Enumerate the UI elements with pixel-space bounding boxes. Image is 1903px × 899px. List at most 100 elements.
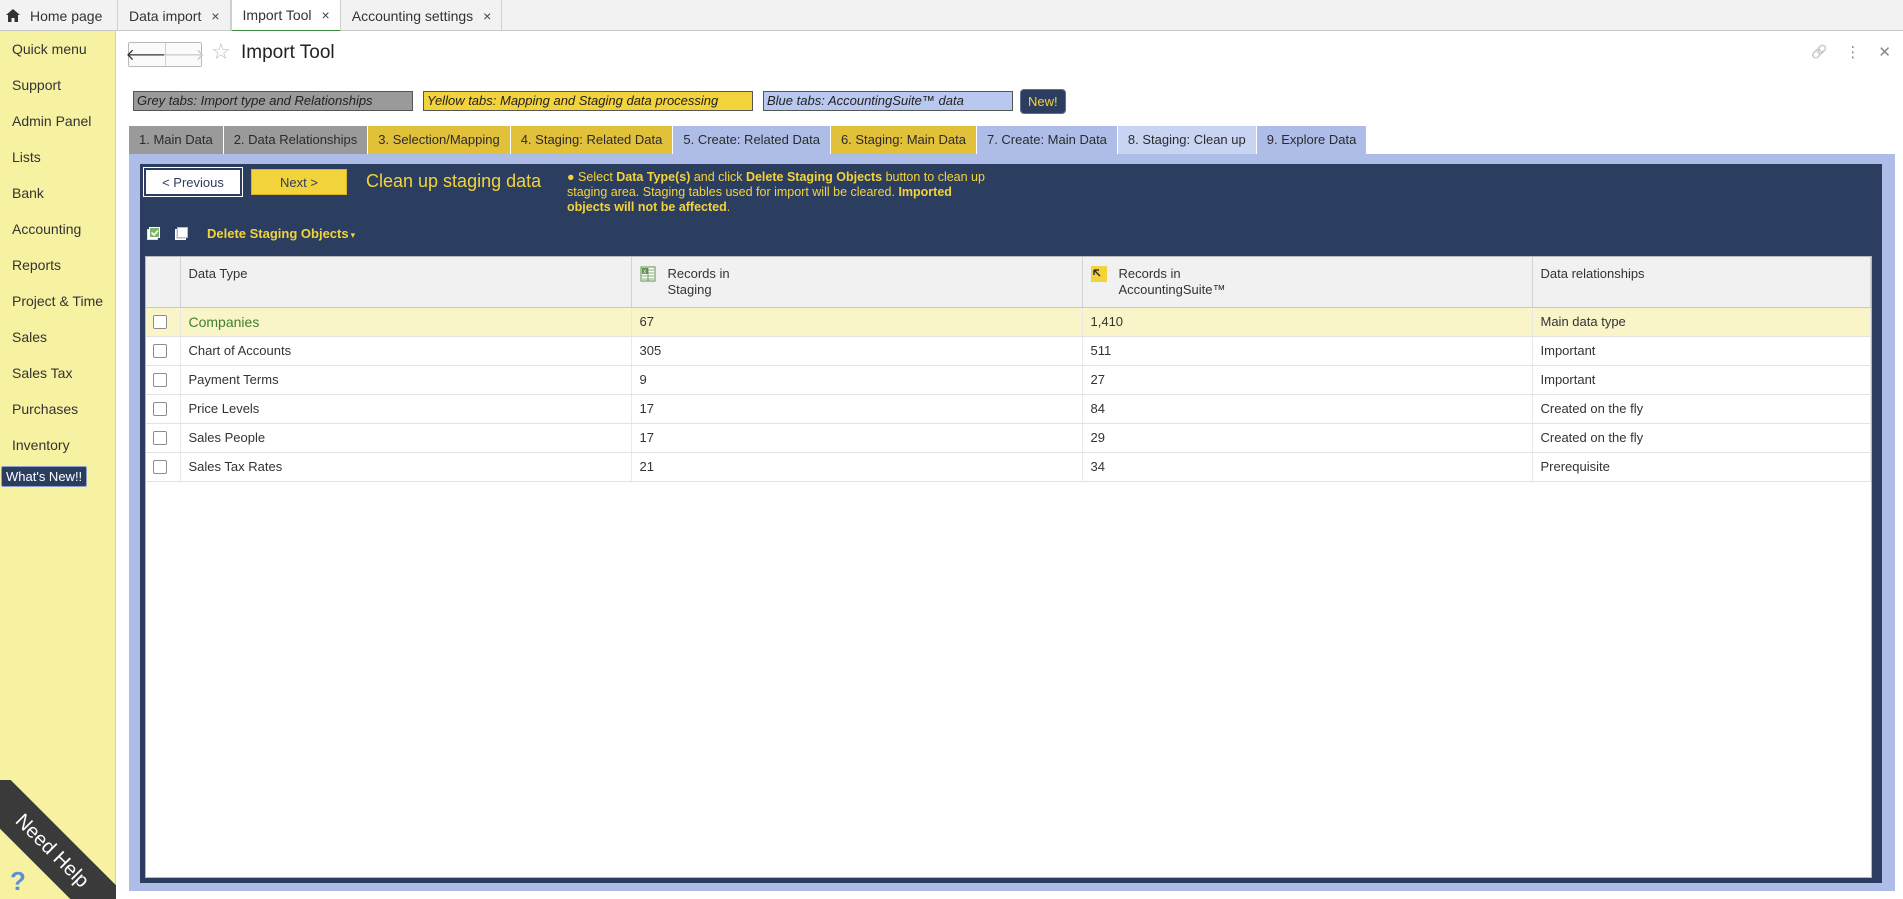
delete-staging-objects-label: Delete Staging Objects — [207, 226, 349, 241]
cell-staging: 9 — [631, 365, 1083, 395]
table-row[interactable]: Chart of Accounts 305 511 Important — [146, 336, 1871, 366]
close-icon[interactable]: × — [322, 7, 330, 23]
tab-main-data[interactable]: 1. Main Data — [129, 126, 224, 154]
sidebar-item-lists[interactable]: Lists — [0, 139, 115, 175]
tab-data-import[interactable]: Data import × — [118, 0, 231, 31]
cell-staging: 67 — [631, 307, 1083, 337]
row-checkbox-cell — [146, 307, 181, 337]
tab-accounting-settings[interactable]: Accounting settings × — [341, 0, 503, 31]
table-row[interactable]: Sales People 17 29 Created on the fly — [146, 423, 1871, 453]
tab-data-import-label: Data import — [129, 7, 202, 24]
chevron-down-icon: ▾ — [350, 230, 356, 240]
sidebar-item-inventory[interactable]: Inventory — [0, 427, 115, 463]
tab-selection-mapping[interactable]: 3. Selection/Mapping — [368, 126, 511, 154]
next-button[interactable]: Next > — [251, 169, 347, 195]
check-all-icon[interactable] — [146, 227, 160, 241]
row-checkbox[interactable] — [153, 430, 167, 445]
cell-data-type: Sales Tax Rates — [180, 452, 632, 482]
close-icon[interactable]: ✕ — [1878, 43, 1891, 61]
cell-staging: 305 — [631, 336, 1083, 366]
tab-create-main-data[interactable]: 7. Create: Main Data — [976, 126, 1118, 154]
tab-import-tool[interactable]: Import Tool × — [230, 0, 341, 32]
table-row[interactable]: Payment Terms 9 27 Important — [146, 365, 1871, 395]
help-icon: ? — [10, 866, 26, 896]
cell-as: 511 — [1082, 336, 1533, 366]
close-icon[interactable]: × — [483, 8, 491, 24]
previous-button[interactable]: < Previous — [143, 167, 243, 197]
close-icon[interactable]: × — [211, 8, 219, 24]
header-as-line1: Records in — [1118, 265, 1181, 281]
whats-new-badge[interactable]: What's New!! — [1, 466, 88, 487]
legend-grey-tabs: Grey tabs: Import type and Relationships — [133, 91, 413, 111]
cell-as: 1,410 — [1082, 307, 1533, 337]
sidebar-item-reports[interactable]: Reports — [0, 247, 115, 283]
header-records-in-staging[interactable]: X Records in Staging — [631, 257, 1083, 308]
sidebar-item-admin-panel[interactable]: Admin Panel — [0, 103, 115, 139]
instr-part: Select — [578, 170, 617, 184]
table-row[interactable]: Price Levels 17 84 Created on the fly — [146, 394, 1871, 424]
uncheck-all-icon[interactable] — [174, 227, 188, 241]
data-type-link[interactable]: Companies — [189, 314, 260, 330]
sidebar-item-support[interactable]: Support — [0, 67, 115, 103]
tab-staging-main-data[interactable]: 6. Staging: Main Data — [830, 126, 977, 154]
sidebar-item-project-time[interactable]: Project & Time — [0, 283, 115, 319]
sidebar-item-sales-tax[interactable]: Sales Tax — [0, 355, 115, 391]
cell-staging: 21 — [631, 452, 1083, 482]
header-data-type[interactable]: Data Type — [180, 257, 632, 308]
home-icon — [6, 9, 20, 22]
row-checkbox[interactable] — [153, 459, 167, 474]
instr-data-types: Data Type(s) — [616, 170, 691, 184]
more-options-icon[interactable]: ⋮ — [1845, 43, 1860, 61]
home-tab[interactable]: Home page — [0, 0, 118, 31]
row-checkbox[interactable] — [153, 343, 167, 358]
legend-blue-tabs: Blue tabs: AccountingSuite™ data — [763, 91, 1013, 111]
header-staging-line2: Staging — [667, 281, 712, 297]
row-checkbox[interactable] — [153, 314, 167, 329]
tab-staging-clean-up[interactable]: 8. Staging: Clean up — [1117, 126, 1257, 154]
table-row[interactable]: Companies 67 1,410 Main data type — [146, 307, 1871, 337]
legend-yellow-tabs: Yellow tabs: Mapping and Staging data pr… — [423, 91, 753, 111]
back-button[interactable]: 🡐 — [126, 43, 168, 66]
cell-relationship: Main data type — [1532, 307, 1871, 337]
header-data-relationships-label: Data relationships — [1540, 266, 1645, 282]
forward-button[interactable]: 🡒 — [162, 43, 205, 66]
sidebar-item-purchases[interactable]: Purchases — [0, 391, 115, 427]
tab-create-related-data[interactable]: 5. Create: Related Data — [673, 126, 831, 154]
data-types-table: Data Type X Records in Staging Records i… — [145, 256, 1872, 878]
tab-accounting-settings-label: Accounting settings — [351, 7, 474, 24]
sidebar-item-bank[interactable]: Bank — [0, 175, 115, 211]
home-tab-label: Home page — [30, 7, 103, 24]
table-row[interactable]: Sales Tax Rates 21 34 Prerequisite — [146, 452, 1871, 482]
cell-relationship: Created on the fly — [1532, 423, 1871, 453]
clean-up-panel: < Previous Next > Clean up staging data … — [140, 164, 1882, 883]
link-icon[interactable]: 🔗 — [1811, 44, 1827, 60]
need-help-corner[interactable]: Need Help ? — [0, 780, 116, 899]
cell-relationship: Important — [1532, 336, 1871, 366]
delete-staging-objects-button[interactable]: Delete Staging Objects ▾ — [207, 226, 355, 241]
cell-relationship: Created on the fly — [1532, 394, 1871, 424]
instr-delete-button-ref: Delete Staging Objects — [745, 170, 883, 184]
row-checkbox-cell — [146, 423, 181, 453]
new-button[interactable]: New! — [1020, 89, 1066, 114]
cell-data-type: Sales People — [180, 423, 632, 453]
cell-data-type: Payment Terms — [180, 365, 632, 395]
window-actions: 🔗 ⋮ ✕ — [1811, 43, 1891, 61]
instructions-text: ● Select Data Type(s) and click Delete S… — [567, 170, 987, 215]
tab-explore-data[interactable]: 9. Explore Data — [1256, 126, 1368, 154]
favorite-star-icon[interactable]: ☆ — [211, 39, 231, 65]
sidebar-item-quick-menu[interactable]: Quick menu — [0, 31, 115, 67]
sidebar-item-sales[interactable]: Sales — [0, 319, 115, 355]
row-checkbox[interactable] — [153, 372, 167, 387]
header-records-in-accountingsuite[interactable]: Records in AccountingSuite™ — [1082, 257, 1533, 308]
header-data-relationships[interactable]: Data relationships — [1532, 257, 1871, 308]
tab-data-relationships[interactable]: 2. Data Relationships — [223, 126, 369, 154]
tab-staging-related-data[interactable]: 4. Staging: Related Data — [510, 126, 674, 154]
top-tab-bar: Home page Data import × Import Tool × Ac… — [0, 0, 1903, 32]
sidebar-item-accounting[interactable]: Accounting — [0, 211, 115, 247]
row-checkbox[interactable] — [153, 401, 167, 416]
spreadsheet-icon: X — [640, 266, 655, 282]
cell-as: 29 — [1082, 423, 1533, 453]
cell-relationship: Prerequisite — [1532, 452, 1871, 482]
cell-as: 34 — [1082, 452, 1533, 482]
step-tabs: 1. Main Data 2. Data Relationships 3. Se… — [129, 126, 1368, 154]
